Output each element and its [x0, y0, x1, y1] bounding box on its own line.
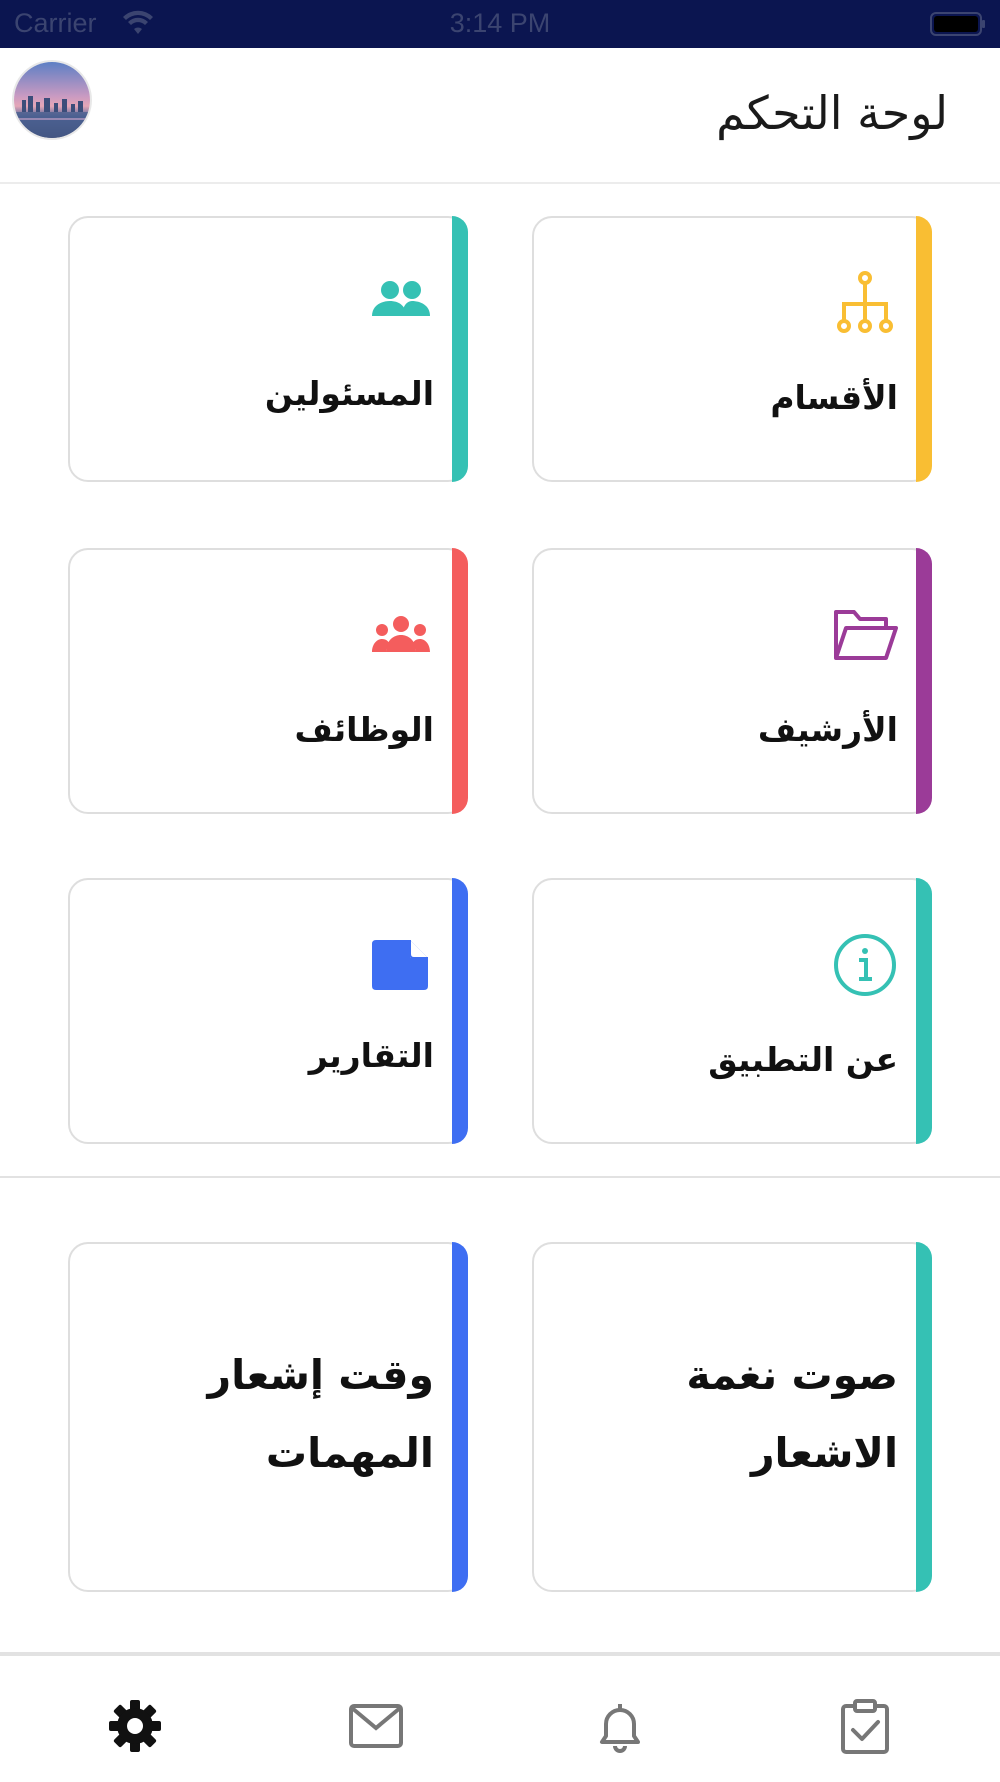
status-bar: Carrier 3:14 PM: [0, 0, 1000, 48]
card-jobs[interactable]: الوظائف: [68, 548, 468, 814]
section-divider: [0, 1176, 1000, 1178]
card-accent: [452, 878, 468, 1144]
card-label: التقارير: [308, 1036, 434, 1075]
envelope-icon: [349, 1704, 403, 1748]
page-title: لوحة التحكم: [716, 86, 948, 140]
card-label: الأقسام: [770, 378, 898, 417]
tab-tasks[interactable]: [837, 1698, 893, 1754]
card-label: الوظائف: [294, 710, 434, 749]
card-accent: [916, 1242, 932, 1592]
card-label: عن التطبيق: [708, 1040, 898, 1079]
card-accent: [452, 216, 468, 482]
card-officials[interactable]: المسئولين: [68, 216, 468, 482]
file-icon: [368, 932, 434, 998]
card-departments[interactable]: الأقسام: [532, 216, 932, 482]
info-icon: [832, 932, 898, 998]
group-icon: [368, 602, 434, 668]
sitemap-icon: [832, 270, 898, 336]
card-label: وقت إشعار المهمات: [207, 1351, 434, 1477]
header: لوحة التحكم: [0, 48, 1000, 184]
card-accent: [916, 216, 932, 482]
card-label: صوت نغمة الاشعار: [686, 1351, 898, 1477]
bell-icon: [600, 1704, 640, 1753]
users-icon: [368, 270, 434, 336]
tab-bar: [0, 1652, 1000, 1782]
card-label: المسئولين: [264, 374, 434, 413]
clipboard-check-icon: [841, 1699, 889, 1754]
card-accent: [452, 548, 468, 814]
card-reports[interactable]: التقارير: [68, 878, 468, 1144]
card-accent: [916, 548, 932, 814]
card-archive[interactable]: الأرشيف: [532, 548, 932, 814]
card-about[interactable]: عن التطبيق: [532, 878, 932, 1144]
card-accent: [916, 878, 932, 1144]
card-accent: [452, 1242, 468, 1592]
card-label: الأرشيف: [757, 710, 898, 749]
tab-settings[interactable]: [107, 1698, 163, 1754]
battery-icon: [930, 12, 986, 36]
avatar[interactable]: [14, 62, 90, 138]
gear-icon: [109, 1700, 161, 1752]
tab-messages[interactable]: [348, 1698, 404, 1754]
status-time: 3:14 PM: [449, 8, 551, 38]
tab-notifications[interactable]: [592, 1698, 648, 1754]
folder-open-icon: [832, 602, 898, 668]
card-task-notification-time[interactable]: وقت إشعار المهمات: [68, 1242, 468, 1592]
card-notification-sound[interactable]: صوت نغمة الاشعار: [532, 1242, 932, 1592]
